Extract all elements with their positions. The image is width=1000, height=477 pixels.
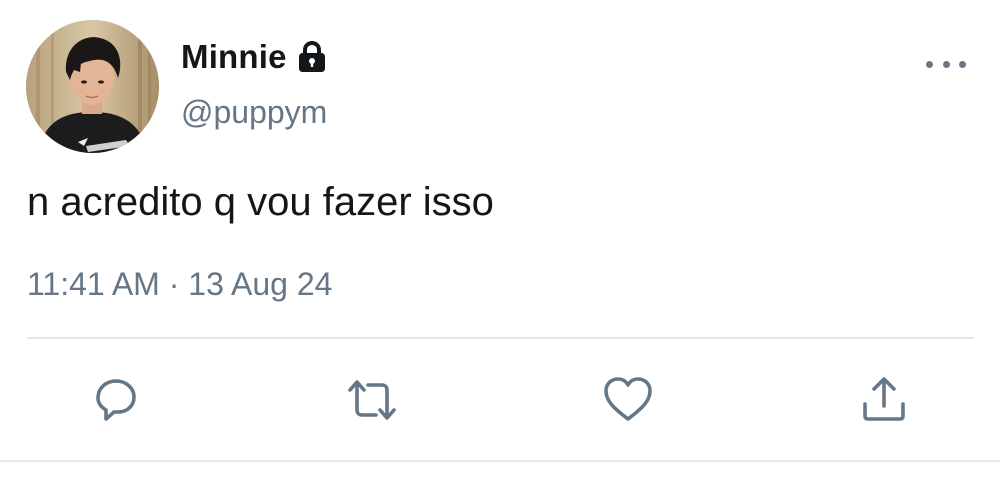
tweet-timestamp[interactable]: 11:41 AM · 13 Aug 24 [27,266,332,303]
tweet-card: Minnie @puppym n acredito q vou fazer is… [0,0,1000,477]
heart-icon [604,377,652,421]
more-dot [959,60,966,68]
avatar-photo-icon [26,20,159,153]
avatar[interactable] [26,20,159,153]
tweet-text: n acredito q vou fazer isso [27,180,494,224]
author-handle[interactable]: @puppym [181,94,327,131]
lock-icon [295,40,329,74]
share-icon [863,377,905,421]
retweet-icon [348,380,396,420]
divider [27,337,974,339]
tweet-time: 11:41 AM [27,266,160,302]
author-name-row: Minnie [181,36,329,78]
more-dot [942,60,950,68]
retweet-button[interactable] [346,374,398,426]
reply-button[interactable] [90,374,142,426]
timestamp-separator: · [159,266,189,302]
more-dot [926,60,933,68]
more-dots-icon[interactable] [926,52,966,76]
bottom-divider [0,460,1000,462]
reply-bubble-icon [96,379,136,421]
tweet-date: 13 Aug 24 [188,266,333,302]
like-button[interactable] [602,374,654,426]
action-bar [0,370,1000,430]
share-button[interactable] [858,374,910,426]
author-display-name[interactable]: Minnie [181,38,287,76]
